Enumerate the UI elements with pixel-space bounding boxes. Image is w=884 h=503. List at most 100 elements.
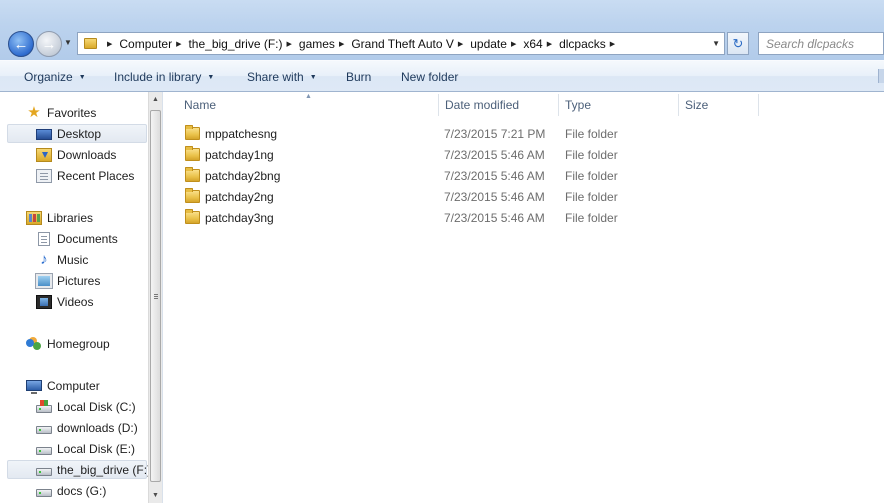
scroll-up-icon[interactable]: ▲	[152, 96, 159, 103]
view-options-button[interactable]	[878, 69, 884, 83]
nav-item-recent-places[interactable]: Recent Places	[36, 166, 134, 185]
new-folder-label: New folder	[401, 70, 459, 84]
breadcrumb-label[interactable]: update	[470, 37, 507, 51]
nav-item-pictures[interactable]: Pictures	[35, 271, 100, 290]
breadcrumb-label[interactable]: games	[299, 37, 335, 51]
file-name: mppatchesng	[205, 127, 278, 141]
nav-label: Desktop	[57, 126, 102, 141]
folder-icon	[185, 125, 200, 140]
breadcrumb-item[interactable]: ▶ the_big_drive (F:)	[172, 33, 282, 54]
nav-computer[interactable]: Computer	[26, 376, 100, 395]
breadcrumb-item[interactable]: ▶ x64	[507, 33, 543, 54]
file-type: File folder	[565, 127, 618, 141]
nav-item-drive-d[interactable]: downloads (D:)	[36, 418, 138, 437]
nav-item-documents[interactable]: Documents	[36, 229, 118, 248]
breadcrumb-item[interactable]: ▶	[606, 33, 622, 54]
column-label: Type	[565, 98, 592, 112]
breadcrumb-item[interactable]: ▶ update	[454, 33, 507, 54]
column-label: Size	[685, 98, 709, 112]
breadcrumb-label[interactable]: Computer	[119, 37, 172, 51]
breadcrumb-label[interactable]: the_big_drive (F:)	[188, 37, 282, 51]
organize-button[interactable]: Organize ▼	[24, 70, 86, 84]
nav-item-desktop[interactable]: Desktop	[7, 124, 147, 143]
nav-libraries[interactable]: Libraries	[26, 208, 93, 227]
arrow-left-icon: ←	[13, 35, 29, 53]
file-row[interactable]: patchday3ng 7/23/2015 5:46 AM File folde…	[163, 208, 884, 229]
drive-icon	[36, 446, 52, 455]
folder-icon	[185, 146, 200, 161]
recent-pages-dropdown[interactable]: ▼	[64, 38, 72, 47]
nav-label: Local Disk (C:)	[57, 399, 136, 414]
nav-item-drive-g[interactable]: docs (G:)	[36, 481, 106, 500]
nav-homegroup[interactable]: Homegroup	[26, 334, 110, 353]
nav-item-drive-e[interactable]: Local Disk (E:)	[36, 439, 135, 458]
breadcrumb-label[interactable]: x64	[523, 37, 542, 51]
burn-label: Burn	[346, 70, 372, 84]
chevron-right-icon: ▶	[338, 40, 345, 48]
column-divider[interactable]	[438, 94, 439, 116]
nav-item-drive-c[interactable]: Local Disk (C:)	[36, 397, 136, 416]
nav-label: docs (G:)	[57, 483, 107, 498]
nav-label: Downloads	[57, 147, 117, 162]
column-divider[interactable]	[678, 94, 679, 116]
grip-icon	[154, 294, 158, 295]
nav-item-downloads[interactable]: Downloads	[36, 145, 116, 164]
column-divider[interactable]	[758, 94, 759, 116]
file-list: ▲ Name Date modified Type Size mppatches…	[162, 92, 884, 503]
column-header-name[interactable]: Name	[184, 92, 216, 118]
burn-button[interactable]: Burn	[346, 70, 371, 84]
breadcrumb-item[interactable]: ▶ dlcpacks	[543, 33, 606, 54]
address-dropdown-button[interactable]: ▼	[712, 39, 720, 48]
sort-ascending-icon: ▲	[305, 93, 312, 100]
scrollbar-thumb[interactable]	[150, 110, 161, 482]
column-header-type[interactable]: Type	[565, 92, 591, 118]
breadcrumb-label[interactable]: Grand Theft Auto V	[351, 37, 454, 51]
scroll-down-icon[interactable]: ▼	[152, 492, 159, 499]
nav-item-drive-f[interactable]: the_big_drive (F:)	[7, 460, 151, 479]
navigation-pane: ★ Favorites Desktop Downloads Recent Plac…	[0, 92, 162, 503]
nav-label: Computer	[47, 378, 100, 393]
chevron-right-icon: ▶	[510, 40, 517, 48]
file-date: 7/23/2015 7:21 PM	[444, 127, 546, 141]
nav-item-music[interactable]: ♪ Music	[36, 250, 88, 269]
organize-label: Organize	[24, 70, 73, 84]
folder-icon	[185, 188, 200, 203]
file-row[interactable]: patchday2ng 7/23/2015 5:46 AM File folde…	[163, 187, 884, 208]
file-row[interactable]: patchday1ng 7/23/2015 5:46 AM File folde…	[163, 145, 884, 166]
file-type: File folder	[565, 148, 618, 162]
file-row[interactable]: mppatchesng 7/23/2015 7:21 PM File folde…	[163, 124, 884, 145]
nav-label: Homegroup	[47, 336, 110, 351]
breadcrumb-label[interactable]: dlcpacks	[559, 37, 606, 51]
file-name: patchday1ng	[205, 148, 274, 162]
search-placeholder: Search dlcpacks	[766, 36, 855, 51]
breadcrumb-item[interactable]: ▶ games	[283, 33, 335, 54]
back-button[interactable]: ←	[8, 31, 34, 57]
chevron-right-icon: ▶	[176, 40, 182, 48]
share-with-button[interactable]: Share with ▼	[247, 70, 317, 84]
new-folder-button[interactable]: New folder	[401, 70, 458, 84]
nav-label: Local Disk (E:)	[57, 441, 136, 456]
file-date: 7/23/2015 5:46 AM	[444, 148, 545, 162]
drive-icon	[36, 488, 52, 497]
recent-places-icon	[36, 168, 52, 183]
column-divider[interactable]	[558, 94, 559, 116]
chevron-right-icon: ▶	[457, 40, 464, 48]
column-header-size[interactable]: Size	[685, 92, 708, 118]
nav-favorites[interactable]: ★ Favorites	[26, 103, 96, 122]
forward-button[interactable]: →	[36, 31, 62, 57]
breadcrumb-item[interactable]: ▶ Grand Theft Auto V	[335, 33, 454, 54]
search-input[interactable]: Search dlcpacks	[758, 32, 884, 55]
nav-item-videos[interactable]: Videos	[36, 292, 93, 311]
file-type: File folder	[565, 211, 618, 225]
breadcrumb-item[interactable]: ▶ Computer	[103, 33, 172, 54]
file-row[interactable]: patchday2bng 7/23/2015 5:46 AM File fold…	[163, 166, 884, 187]
libraries-icon	[26, 210, 42, 225]
navigation-scrollbar[interactable]: ▲ ▼	[148, 92, 162, 503]
column-header-date-modified[interactable]: Date modified	[445, 92, 519, 118]
include-in-library-button[interactable]: Include in library ▼	[114, 70, 214, 84]
file-date: 7/23/2015 5:46 AM	[444, 211, 545, 225]
address-bar[interactable]: ▶ Computer ▶ the_big_drive (F:) ▶ games ▶ Gr…	[77, 32, 725, 55]
nav-label: Favorites	[47, 105, 97, 120]
film-icon	[36, 294, 52, 309]
refresh-button[interactable]: ↻	[727, 32, 749, 55]
